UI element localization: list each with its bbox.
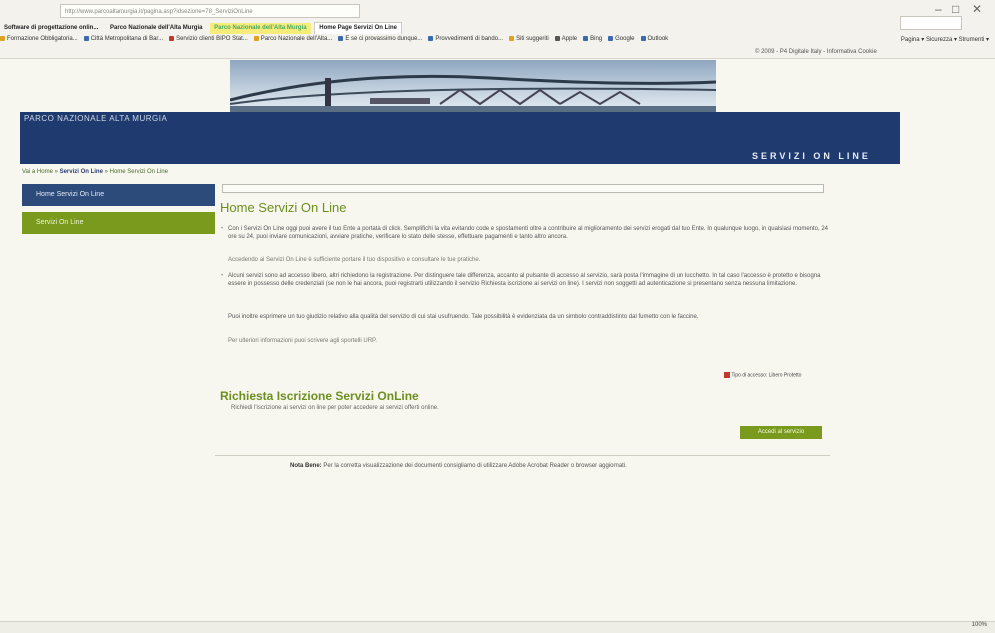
- favorite-icon: [509, 36, 515, 41]
- favorite-item[interactable]: Outlook: [640, 36, 668, 42]
- favorite-item[interactable]: E se ci provassimo dunque...: [338, 36, 422, 42]
- bullet-icon: •: [221, 226, 224, 232]
- favorite-item[interactable]: Servizio clienti BIPO Stat...: [169, 36, 248, 42]
- favorite-item[interactable]: Google: [608, 36, 635, 42]
- command-bar[interactable]: Pagina ▾ Sicurezza ▾ Strumenti ▾: [901, 36, 989, 43]
- favorite-icon: [640, 36, 646, 41]
- breadcrumb: Vai a Home » Servizi On Line » Home Serv…: [22, 169, 168, 175]
- favorite-icon: [428, 36, 434, 41]
- page-title: Home Servizi On Line: [220, 200, 347, 215]
- info-paragraph: Accedendo ai Servizi On Line è sufficien…: [228, 257, 481, 263]
- lock-icon: [724, 372, 730, 378]
- favorite-item[interactable]: Apple: [554, 36, 577, 42]
- copyright-text: © 2009 - P4 Digitale Italy - Informativa…: [755, 49, 877, 55]
- favorite-icon: [83, 36, 89, 41]
- top-frame-bar: [222, 184, 824, 193]
- sidebar-item-home[interactable]: Home Servizi On Line: [22, 184, 215, 206]
- browser-tabs: Software di progettazione onlin... Parco…: [0, 22, 995, 34]
- favorite-icon: [554, 36, 560, 41]
- favorite-item[interactable]: Bing: [583, 36, 602, 42]
- section-text: Richiedi l'iscrizione ai servizi on line…: [231, 405, 439, 411]
- status-bar: [0, 621, 995, 633]
- breadcrumb-current: Home Servizi On Line: [109, 169, 168, 175]
- address-bar[interactable]: http://www.parcoaltamurgia.it/pagina.asp…: [60, 4, 360, 18]
- note: Nota Bene: Per la corretta visualizzazio…: [290, 463, 627, 469]
- favorite-item[interactable]: Siti suggeriti: [509, 36, 549, 42]
- breadcrumb-home[interactable]: Vai a Home: [22, 169, 53, 175]
- zoom-level[interactable]: 100%: [972, 622, 987, 628]
- intro-paragraph: • Con i Servizi On Line oggi puoi avere …: [221, 226, 828, 240]
- favorite-icon: [583, 36, 589, 41]
- maximize-icon[interactable]: □: [952, 2, 959, 16]
- tab-3[interactable]: Home Page Servizi On Line: [314, 22, 402, 34]
- divider: [215, 455, 830, 456]
- favorite-item[interactable]: Provvedimenti di bando...: [428, 36, 503, 42]
- favorite-icon: [169, 36, 175, 41]
- section-title: Richiesta Iscrizione Servizi OnLine: [220, 389, 419, 403]
- favorites-bar: Formazione Obbligatoria... Città Metropol…: [0, 36, 995, 48]
- header-bridge-image: [230, 60, 716, 112]
- access-legend: Tipo di accesso: Libero Protetto: [724, 372, 801, 378]
- banner-title: SERVIZI ON LINE: [752, 151, 871, 161]
- favorite-icon: [253, 36, 259, 41]
- park-name: PARCO NAZIONALE ALTA MURGIA: [24, 114, 168, 123]
- favorite-item[interactable]: Formazione Obbligatoria...: [0, 36, 78, 42]
- tab-0[interactable]: Software di progettazione onlin...: [0, 23, 102, 34]
- contact-paragraph: Per ulteriori informazioni puoi scrivere…: [228, 338, 377, 344]
- tab-1[interactable]: Parco Nazionale dell'Alta Murgia: [106, 23, 206, 34]
- bullet-icon: •: [221, 273, 224, 279]
- favorite-icon: [608, 36, 614, 41]
- favorite-icon: [338, 36, 344, 41]
- access-service-button[interactable]: Accedi al servizio: [740, 426, 822, 439]
- minimize-icon[interactable]: –: [935, 2, 942, 16]
- favorite-item[interactable]: Città Metropolitana di Bar...: [83, 36, 163, 42]
- access-paragraph: • Alcuni servizi sono ad accesso libero,…: [221, 273, 821, 287]
- tab-2[interactable]: Parco Nazionale dell'Alta Murgia: [210, 23, 311, 34]
- sidebar-item-servizi[interactable]: Servizi On Line: [22, 212, 215, 234]
- favorite-icon: [0, 36, 5, 41]
- favorite-item[interactable]: Parco Nazionale dell'Alta...: [253, 36, 332, 42]
- feedback-paragraph: Puoi inoltre esprimere un tuo giudizio r…: [228, 314, 699, 320]
- breadcrumb-section[interactable]: Servizi On Line: [60, 169, 103, 175]
- close-icon[interactable]: ✕: [972, 2, 982, 16]
